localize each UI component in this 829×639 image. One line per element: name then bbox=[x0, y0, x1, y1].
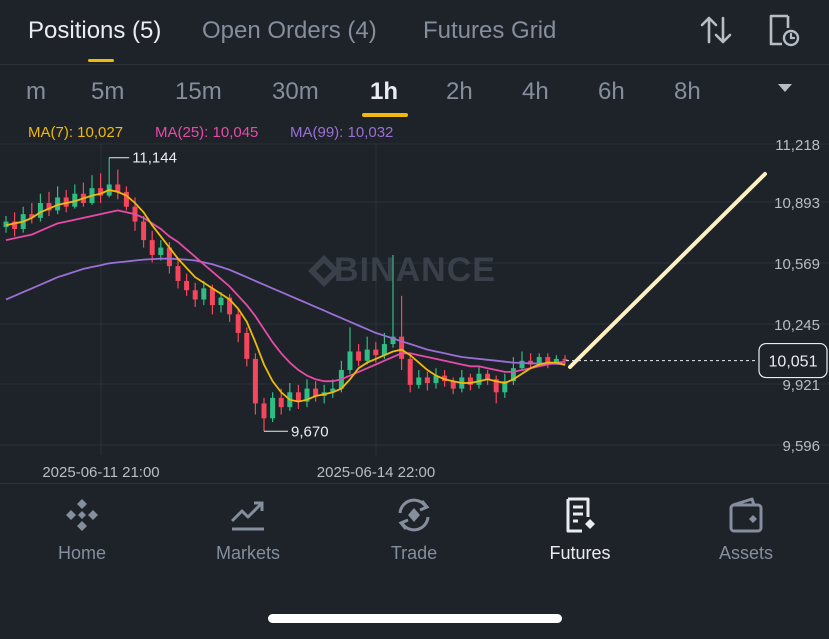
nav-home-label: Home bbox=[57, 543, 106, 563]
interval-1h[interactable]: 1h bbox=[370, 78, 398, 106]
top-tab-bar: Positions (5) Open Orders (4) Futures Gr… bbox=[0, 0, 829, 64]
candle-body bbox=[261, 403, 267, 419]
interval-30m[interactable]: 30m bbox=[272, 78, 319, 106]
more-intervals-caret-icon[interactable] bbox=[778, 84, 792, 92]
candle-body bbox=[476, 373, 482, 385]
price-tick-label: 10,569 bbox=[774, 256, 820, 273]
candle-body bbox=[252, 358, 258, 404]
ma99-label: MA(99): 10,032 bbox=[290, 124, 394, 141]
chart-trend-icon bbox=[230, 501, 264, 531]
price-tick-label: 10,245 bbox=[774, 317, 820, 334]
trend-line bbox=[568, 172, 767, 369]
candle-body bbox=[141, 221, 147, 241]
candle-body bbox=[373, 349, 379, 356]
nav-assets[interactable]: Assets bbox=[686, 495, 806, 564]
candle-body bbox=[407, 358, 413, 385]
high-price-label: 11,144 bbox=[132, 150, 177, 167]
nav-markets[interactable]: Markets bbox=[188, 495, 308, 564]
candle-body bbox=[201, 288, 207, 300]
nav-home[interactable]: Home bbox=[22, 495, 142, 564]
futures-document-icon bbox=[566, 497, 595, 533]
price-tick-label: 9,921 bbox=[782, 377, 820, 394]
moving-averages bbox=[5, 189, 566, 403]
nav-futures[interactable]: Futures bbox=[520, 495, 640, 564]
candle-body bbox=[149, 240, 155, 255]
time-axis: 2025-06-11 21:00 2025-06-14 22:00 bbox=[42, 464, 435, 481]
tab-positions[interactable]: Positions (5) bbox=[28, 16, 161, 46]
time-tick-label: 2025-06-11 21:00 bbox=[42, 464, 159, 481]
active-interval-indicator bbox=[362, 113, 408, 117]
candle-body bbox=[364, 349, 370, 361]
time-tick-label: 2025-06-14 22:00 bbox=[317, 464, 435, 481]
interval-4h[interactable]: 4h bbox=[522, 78, 549, 106]
candle-body bbox=[244, 332, 250, 359]
active-tab-indicator bbox=[88, 59, 114, 62]
candle-body bbox=[158, 247, 164, 255]
candle-body bbox=[37, 203, 43, 218]
home-indicator[interactable] bbox=[268, 614, 562, 623]
candle-body bbox=[424, 377, 430, 384]
price-tick-label: 11,218 bbox=[775, 137, 820, 154]
binance-watermark: BINANCE bbox=[334, 251, 496, 289]
order-history-icon[interactable] bbox=[766, 12, 802, 48]
candle-body bbox=[295, 392, 301, 402]
nav-assets-label: Assets bbox=[718, 543, 774, 563]
candle-body bbox=[175, 266, 181, 281]
candle-body bbox=[347, 351, 353, 371]
price-axis: 11,218 10,893 10,569 10,245 9,921 9,596 10,051 bbox=[758, 137, 828, 455]
candle-body bbox=[184, 280, 190, 291]
low-price-label: 9,670 bbox=[291, 423, 329, 440]
candle-body bbox=[192, 290, 198, 300]
nav-trade[interactable]: Trade bbox=[354, 495, 474, 564]
interval-6h[interactable]: 6h bbox=[598, 78, 625, 106]
ma7-label: MA(7): 10,027 bbox=[28, 124, 124, 141]
interval-15m[interactable]: 15m bbox=[175, 78, 222, 106]
chart-annotations: 11,144 9,670 bbox=[109, 150, 767, 440]
candle-body bbox=[356, 351, 362, 361]
chart-grid bbox=[0, 143, 829, 455]
tab-futures-grid[interactable]: Futures Grid bbox=[423, 16, 556, 46]
candle-body bbox=[218, 297, 224, 306]
candle-body bbox=[416, 377, 422, 385]
ma25-label: MA(25): 10,045 bbox=[155, 124, 259, 141]
price-chart[interactable]: BINANCE 11,144 9,670 11,218 10,893 10,569 10… bbox=[0, 120, 829, 490]
price-tick-label: 9,596 bbox=[782, 438, 820, 455]
ma7-line bbox=[5, 189, 566, 403]
sort-icon[interactable] bbox=[698, 12, 734, 48]
candle-body bbox=[235, 314, 241, 333]
interval-2h[interactable]: 2h bbox=[446, 78, 473, 106]
candle-body bbox=[278, 397, 284, 408]
nav-markets-label: Markets bbox=[215, 543, 280, 563]
nav-trade-label: Trade bbox=[390, 543, 438, 563]
divider bbox=[0, 64, 829, 65]
candle-body bbox=[270, 397, 276, 419]
divider bbox=[0, 483, 829, 484]
interval-5m[interactable]: 5m bbox=[91, 78, 124, 106]
binance-logo-icon bbox=[66, 499, 98, 531]
wallet-icon bbox=[729, 497, 763, 533]
tab-open-orders[interactable]: Open Orders (4) bbox=[202, 16, 377, 46]
candle-body bbox=[519, 360, 525, 369]
interval-1m[interactable]: m bbox=[26, 78, 46, 106]
interval-8h[interactable]: 8h bbox=[674, 78, 701, 106]
candle-body bbox=[209, 288, 215, 306]
price-tick-label: 10,893 bbox=[774, 195, 820, 212]
current-price-label: 10,051 bbox=[769, 354, 818, 371]
nav-futures-label: Futures bbox=[549, 543, 611, 563]
trade-swap-icon bbox=[398, 498, 430, 532]
ma25-line bbox=[5, 209, 566, 383]
